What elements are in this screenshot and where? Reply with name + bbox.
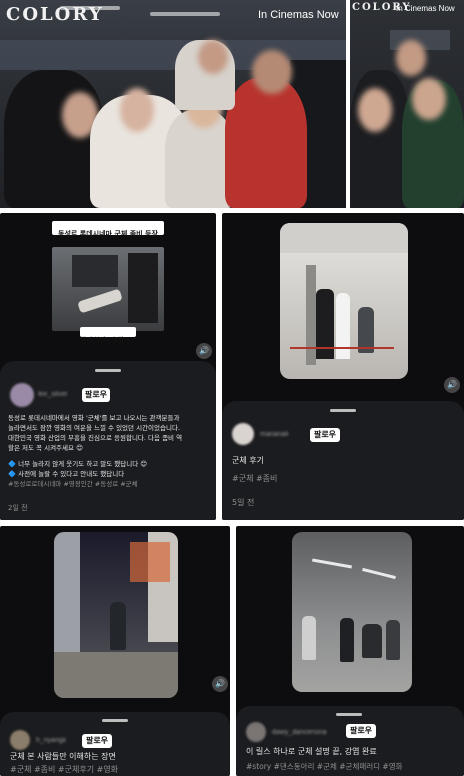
avatar[interactable] [10, 383, 34, 407]
post-info-sheet: h_nyangii 팔로우 군체 본 사람들만 이해하는 장면 #군체 #좀비 … [0, 712, 230, 776]
ceiling-light [362, 567, 396, 580]
pillar [306, 265, 316, 365]
post-time: 2일 전 [8, 504, 28, 512]
hashtags[interactable]: #군체 #좀비 #군체후기 #영화 [10, 764, 118, 776]
username[interactable]: lee_silver [38, 391, 68, 398]
video-overlay-subtitle: 좀비 본인도 놀람ㅋㅋ [80, 327, 136, 344]
drag-handle[interactable] [102, 719, 128, 722]
caption-line: 놀라면서도 잠깐 영화의 여운을 느낄 수 있었던 시간이었습니다. [8, 424, 181, 432]
ceiling [280, 223, 408, 253]
avatar[interactable] [246, 722, 266, 742]
video-player[interactable] [292, 532, 412, 692]
person [302, 616, 316, 660]
speaker-icon[interactable]: 🔊 [444, 377, 460, 393]
hashtags[interactable]: #story #댄스동아리 #군체 #군체패러디 #영화 [246, 761, 403, 773]
post-card[interactable]: 🔊 h_nyangii 팔로우 군체 본 사람들만 이해하는 장면 #군체 #좀… [0, 526, 230, 776]
speaker-icon[interactable]: 🔊 [196, 343, 212, 359]
follow-button[interactable]: 팔로우 [310, 428, 340, 442]
post-card[interactable]: 🔊 marianali 팔로우 군체 후기 #군체 #좀비 5일 전 [222, 213, 464, 520]
overlay-subtitle-text: 좀비 본인도 놀람ㅋㅋ [81, 337, 135, 344]
username[interactable]: dawy_dancersina [272, 729, 326, 736]
building [54, 532, 80, 652]
post-caption: 군체 후기 [232, 456, 264, 465]
person [110, 602, 126, 650]
person [340, 618, 354, 662]
username[interactable]: marianali [260, 431, 288, 438]
blurred-face [252, 50, 292, 94]
username[interactable]: h_nyangii [36, 737, 66, 744]
overlay-title-text: 동성로 롯데시네마 군체 좀비 등장 [58, 230, 158, 238]
person-red-shirt [225, 78, 307, 208]
video-player[interactable] [54, 532, 178, 698]
caption-line: 대한민국 영화 산업의 부흥을 진심으로 응원합니다. 다음 좀비 역 [8, 434, 183, 442]
speaker-icon[interactable]: 🔊 [212, 676, 228, 692]
caption-line: 할은 저도 꼭 시켜주세요 😊 [8, 444, 83, 452]
banner-photo-left: COLORY In Cinemas Now [0, 0, 346, 208]
follow-button[interactable]: 팔로우 [346, 724, 376, 738]
ceiling-light [150, 12, 220, 16]
blurred-face [412, 78, 446, 120]
caption-line: 🔷 너무 놀라지 않게 웃기도 하고 말도 했답니다 😊 [8, 460, 148, 468]
blurred-face [358, 88, 392, 132]
post-card[interactable]: dawy_dancersina 팔로우 이 릴스 하나로 군체 설명 끝, 강엽… [236, 526, 464, 776]
person [4, 70, 104, 208]
rope-barrier [290, 347, 394, 349]
avatar[interactable] [232, 423, 254, 445]
blurred-face [198, 40, 228, 74]
caption-line: 🔷 사전에 놀랄 수 있다고 안내도 했답니다 [8, 470, 125, 478]
neon-sign [130, 542, 170, 582]
caption-line: 동성로 롯데시네마에서 영화 '군체'를 보고 나오시는 관객분들과 [8, 414, 180, 422]
post-info-sheet: marianali 팔로우 군체 후기 #군체 #좀비 5일 전 [222, 401, 464, 520]
video-overlay-title: 동성로 롯데시네마 군체 좀비 등장 [52, 221, 164, 238]
crowd [72, 255, 118, 287]
blurred-face [396, 40, 426, 76]
post-caption: 이 릴스 하나로 군체 설명 끝, 강엽 완료 [246, 747, 377, 756]
post-caption: 군체 본 사람들만 이해하는 장면 [10, 752, 116, 761]
person [386, 620, 400, 660]
mannequin [336, 293, 350, 359]
poster [128, 253, 158, 323]
banner-photo-right: COLORY In Cinemas Now [350, 0, 464, 208]
post-caption: 동성로 롯데시네마에서 영화 '군체'를 보고 나오시는 관객분들과 놀라면서도… [8, 413, 212, 489]
post-card[interactable]: 동성로 롯데시네마 군체 좀비 등장 좀비 본인도 놀람ㅋㅋ 🔊 lee_sil… [0, 213, 216, 520]
ceiling-light [312, 558, 352, 569]
post-info-sheet: dawy_dancersina 팔로우 이 릴스 하나로 군체 설명 끝, 강엽… [236, 706, 464, 776]
post-info-sheet: lee_silver 팔로우 동성로 롯데시네마에서 영화 '군체'를 보고 나… [0, 361, 216, 520]
watermark: In Cinemas Now [396, 4, 455, 13]
street [54, 652, 178, 698]
drag-handle[interactable] [336, 713, 362, 716]
hashtags[interactable]: #군체 #좀비 [232, 473, 277, 485]
post-time: 5일 전 [232, 498, 255, 507]
video-player[interactable] [52, 247, 164, 331]
drag-handle[interactable] [330, 409, 356, 412]
blurred-face [120, 88, 154, 132]
brand-logo: COLORY [6, 4, 104, 25]
hashtags[interactable]: #동성로로데시네마 #영정인간 #동성로 #군체 [8, 479, 212, 489]
drag-handle[interactable] [95, 369, 121, 372]
video-player[interactable] [280, 223, 408, 379]
avatar[interactable] [10, 730, 30, 750]
person [362, 624, 382, 658]
zombie-person [77, 288, 123, 314]
watermark: In Cinemas Now [258, 9, 339, 21]
follow-button[interactable]: 팔로우 [82, 388, 110, 402]
follow-button[interactable]: 팔로우 [82, 734, 112, 748]
